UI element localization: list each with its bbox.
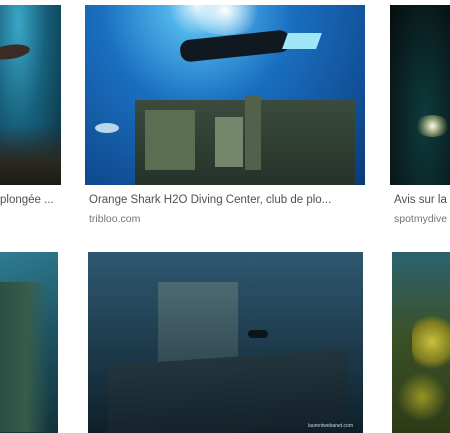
result-image-1[interactable] bbox=[0, 5, 61, 185]
wreck-deck bbox=[108, 348, 348, 433]
image-credit: laurentwebanet.com bbox=[307, 423, 353, 429]
result-image-3[interactable] bbox=[390, 5, 450, 185]
result-card-1[interactable]: plongée ... bbox=[0, 0, 70, 230]
coral bbox=[397, 372, 447, 422]
result-title-3[interactable]: Avis sur la bbox=[394, 194, 450, 206]
wreck-structure bbox=[215, 117, 243, 167]
result-source-3: spotmydive bbox=[394, 213, 448, 225]
diver-fin bbox=[282, 33, 322, 49]
wreck-structure bbox=[245, 95, 261, 170]
sun-glow bbox=[185, 5, 265, 35]
wreck-structure bbox=[145, 110, 195, 170]
fish bbox=[95, 123, 119, 133]
diver-silhouette bbox=[248, 330, 268, 338]
wreck-hull bbox=[0, 282, 50, 432]
torch-light bbox=[415, 115, 450, 137]
result-image-5[interactable]: laurentwebanet.com bbox=[88, 252, 363, 433]
reef bbox=[0, 125, 61, 185]
result-image-2[interactable] bbox=[85, 5, 365, 185]
result-title-2[interactable]: Orange Shark H2O Diving Center, club de … bbox=[89, 194, 364, 206]
coral bbox=[412, 312, 450, 372]
diver-silhouette bbox=[0, 42, 31, 62]
result-title-1[interactable]: plongée ... bbox=[0, 194, 70, 206]
result-image-6[interactable] bbox=[392, 252, 450, 433]
result-source-2: tribloo.com bbox=[89, 213, 141, 225]
result-image-4[interactable] bbox=[0, 252, 58, 433]
diver-silhouette bbox=[179, 29, 291, 63]
